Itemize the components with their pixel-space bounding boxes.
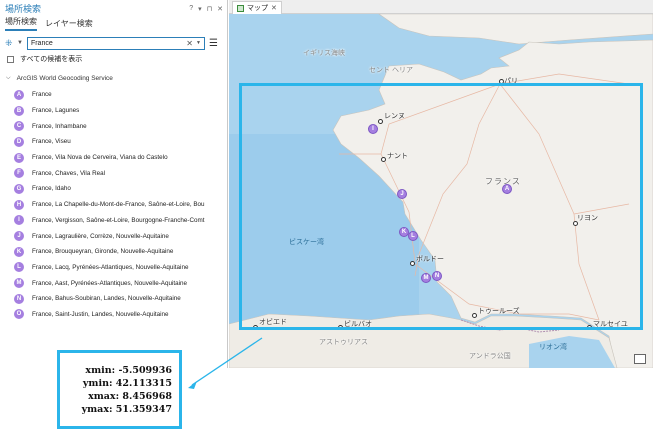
- results-list: A France B France, Lagunes C France, Inhamb…: [0, 87, 227, 322]
- extent-ymax: ymax: 51.359347: [81, 403, 172, 415]
- tab-map[interactable]: マップ ✕: [232, 1, 282, 14]
- extent-callout: xmin: -5.509936 ymin: 42.113315 xmax: 8.…: [57, 350, 182, 429]
- result-item[interactable]: B France, Lagunes: [0, 103, 227, 119]
- result-label: France, Inhambane: [32, 122, 87, 130]
- result-item[interactable]: G France, Idaho: [0, 181, 227, 197]
- result-label: France, Vila Nova de Cerveira, Viana do …: [32, 154, 168, 162]
- label-asturias: アストゥリアス: [319, 339, 368, 346]
- result-item[interactable]: N France, Bahus-Soubiran, Landes, Nouvell…: [0, 291, 227, 307]
- result-badge-icon: E: [14, 152, 24, 163]
- map-tabbar: マップ ✕: [229, 0, 653, 14]
- result-badge-icon: M: [14, 278, 24, 289]
- search-value[interactable]: France: [31, 40, 183, 47]
- result-item[interactable]: C France, Inhambane: [0, 118, 227, 134]
- show-all-candidates-label: すべての候補を表示: [20, 56, 83, 63]
- result-badge-icon: F: [14, 168, 24, 179]
- result-item[interactable]: I France, Vergisson, Saône-et-Loire, Bour…: [0, 213, 227, 229]
- locate-pane: 場所検索 ? ▾ ⊓ ✕ 場所検索 レイヤー検索 ⁜ ▼ France ✕ ▼ …: [0, 0, 228, 368]
- result-badge-icon: D: [14, 136, 24, 147]
- result-label: France, Brouqueyran, Gironde, Nouvelle-A…: [32, 248, 174, 256]
- service-name: ArcGIS World Geocoding Service: [16, 74, 113, 82]
- map-tab-label: マップ: [247, 5, 268, 12]
- pane-controls: ? ▾ ⊓ ✕: [189, 5, 227, 13]
- clear-search-icon[interactable]: ✕: [183, 39, 196, 48]
- close-pane-icon[interactable]: ✕: [217, 5, 223, 13]
- result-label: France, Lagunes: [32, 107, 80, 115]
- overview-map-icon[interactable]: [634, 354, 646, 364]
- result-label: France, Bahus-Soubiran, Landes, Nouvelle…: [32, 295, 181, 303]
- result-label: France, La Chapelle-du-Mont-de-France, S…: [32, 201, 205, 209]
- result-item[interactable]: A France: [0, 87, 227, 103]
- extent-xmax: xmax: 8.456968: [88, 390, 172, 402]
- result-badge-icon: G: [14, 183, 24, 194]
- auto-hide-pin-icon[interactable]: ⊓: [207, 5, 212, 13]
- result-label: France, Viseu: [32, 138, 71, 146]
- result-badge-icon: H: [14, 199, 24, 210]
- show-all-candidates-row[interactable]: すべての候補を表示: [0, 53, 227, 65]
- result-label: France, Lagraulière, Corrèze, Nouvelle-A…: [32, 232, 169, 240]
- result-badge-icon: B: [14, 105, 24, 116]
- service-group-header[interactable]: ⌵ ArcGIS World Geocoding Service: [0, 71, 227, 85]
- result-item[interactable]: E France, Vila Nova de Cerveira, Viana do…: [0, 150, 227, 166]
- search-history-dropdown-icon[interactable]: ▼: [196, 40, 204, 46]
- result-item[interactable]: L France, Lacq, Pyrénées-Atlantiques, Nou…: [0, 260, 227, 276]
- extent-xmin: xmin: -5.509936: [85, 364, 172, 376]
- locator-dropdown-icon[interactable]: ▼: [17, 40, 23, 46]
- result-item[interactable]: D France, Viseu: [0, 134, 227, 150]
- result-label: France, Saint-Justin, Landes, Nouvelle-A…: [32, 310, 169, 318]
- label-st-helier: セント ヘリア: [369, 67, 413, 74]
- result-badge-icon: I: [14, 215, 24, 226]
- label-english-channel: イギリス海峡: [303, 50, 345, 57]
- map-icon: [237, 4, 244, 12]
- extent-rectangle: [239, 83, 643, 330]
- pane-tabs: 場所検索 レイヤー検索: [0, 17, 227, 31]
- help-icon[interactable]: ?: [189, 5, 193, 13]
- result-label: France: [32, 91, 52, 99]
- result-item[interactable]: O France, Saint-Justin, Landes, Nouvelle-…: [0, 307, 227, 323]
- pane-header: 場所検索 ? ▾ ⊓ ✕: [0, 0, 227, 17]
- result-badge-icon: O: [14, 309, 24, 320]
- show-all-candidates-checkbox[interactable]: [7, 55, 14, 63]
- locator-settings-icon[interactable]: ⁜: [5, 38, 15, 49]
- result-badge-icon: K: [14, 246, 24, 257]
- result-label: France, Aast, Pyrénées-Atlantiques, Nouv…: [32, 279, 188, 287]
- close-tab-icon[interactable]: ✕: [271, 4, 277, 12]
- extent-ymin: ymin: 42.113315: [82, 377, 172, 389]
- result-badge-icon: C: [14, 121, 24, 132]
- result-label: France, Lacq, Pyrénées-Atlantiques, Nouv…: [32, 263, 189, 271]
- search-row: ⁜ ▼ France ✕ ▼ ☰: [0, 35, 227, 51]
- result-item[interactable]: H France, La Chapelle-du-Mont-de-France, …: [0, 197, 227, 213]
- result-item[interactable]: K France, Brouqueyran, Gironde, Nouvelle-…: [0, 244, 227, 260]
- label-andorra: アンドラ公国: [469, 353, 511, 360]
- result-label: France, Idaho: [32, 185, 71, 193]
- result-item[interactable]: F France, Chaves, Vila Real: [0, 165, 227, 181]
- chevron-down-icon[interactable]: ⌵: [6, 75, 11, 82]
- tab-layer-search[interactable]: レイヤー検索: [45, 18, 93, 31]
- tab-locate[interactable]: 場所検索: [5, 16, 37, 31]
- search-input[interactable]: France ✕ ▼: [26, 36, 205, 50]
- result-label: France, Chaves, Vila Real: [32, 169, 106, 177]
- result-badge-icon: J: [14, 231, 24, 242]
- result-badge-icon: N: [14, 293, 24, 304]
- result-badge-icon: A: [14, 89, 24, 100]
- result-badge-icon: L: [14, 262, 24, 273]
- result-item[interactable]: J France, Lagraulière, Corrèze, Nouvelle-…: [0, 228, 227, 244]
- result-item[interactable]: M France, Aast, Pyrénées-Atlantiques, Nou…: [0, 275, 227, 291]
- label-gulf-of-lion: リオン湾: [539, 344, 567, 351]
- pane-title: 場所検索: [5, 4, 42, 14]
- pane-options-icon[interactable]: ▾: [198, 5, 202, 13]
- result-label: France, Vergisson, Saône-et-Loire, Bourg…: [32, 216, 205, 224]
- menu-icon[interactable]: ☰: [209, 38, 218, 49]
